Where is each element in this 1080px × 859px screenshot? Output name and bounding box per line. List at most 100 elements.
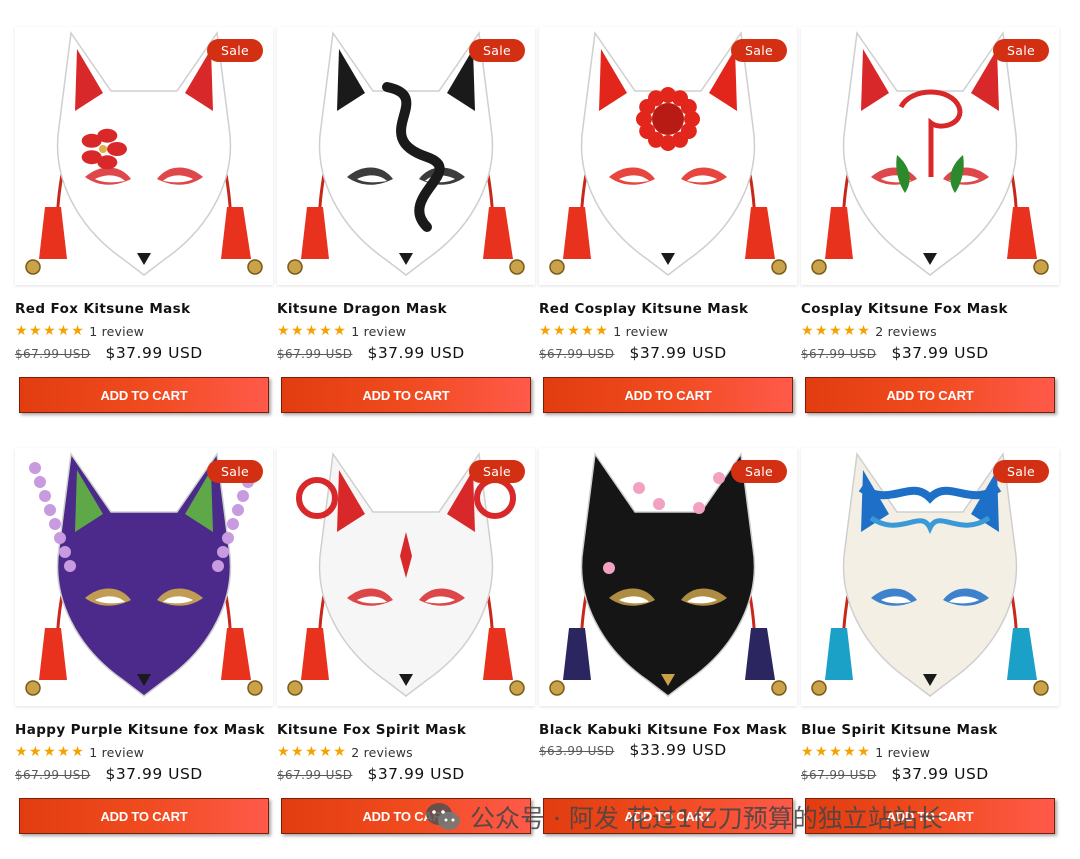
review-count[interactable]: 2 reviews: [351, 745, 413, 760]
sale-price: $37.99 USD: [891, 344, 989, 362]
star-rating-icons: ★★★★★: [277, 323, 348, 339]
tassel-left: [301, 207, 329, 259]
product-rating: ★★★★★ 1 review: [277, 323, 406, 339]
sale-badge: Sale: [993, 460, 1049, 483]
tassel-right: [221, 628, 251, 680]
wisteria-bloom: [34, 476, 46, 488]
tassel-left: [39, 628, 67, 680]
sale-price: $37.99 USD: [367, 765, 465, 783]
tassel-right: [483, 207, 513, 259]
product-title[interactable]: Red Cosplay Kitsune Mask: [539, 301, 748, 317]
product-image[interactable]: Sale: [801, 448, 1059, 706]
product-rating: ★★★★★ 2 reviews: [277, 744, 413, 760]
tassel-right: [221, 207, 251, 259]
star-rating-icons: ★★★★★: [801, 323, 872, 339]
bell: [247, 680, 263, 696]
product-image[interactable]: Sale: [15, 27, 273, 285]
add-to-cart-button[interactable]: ADD TO CART: [805, 377, 1055, 413]
add-to-cart-button[interactable]: ADD TO CART: [543, 377, 793, 413]
wisteria-bloom: [44, 504, 56, 516]
product-image[interactable]: Sale: [539, 27, 797, 285]
add-to-cart-button[interactable]: ADD TO CART: [19, 377, 269, 413]
product-image[interactable]: Sale: [801, 27, 1059, 285]
kitsune-fox-spirit-mask-image: [287, 451, 525, 697]
forehead-motif: [652, 103, 684, 135]
bell: [811, 680, 827, 696]
happy-purple-kitsune-fox-mask-image: [25, 451, 263, 697]
red-cosplay-kitsune-mask-image: [549, 30, 787, 276]
product-image[interactable]: Sale: [277, 27, 535, 285]
review-count[interactable]: 1 review: [875, 745, 930, 760]
sakura-blossom: [603, 562, 615, 574]
sale-badge: Sale: [469, 39, 525, 62]
sale-badge: Sale: [731, 39, 787, 62]
star-rating-icons: ★★★★★: [277, 744, 348, 760]
bell: [509, 259, 525, 275]
wisteria-bloom: [54, 532, 66, 544]
compare-at-price: $67.99 USD: [539, 347, 615, 361]
tassel-left: [301, 628, 329, 680]
add-to-cart-button[interactable]: ADD TO CART: [281, 377, 531, 413]
flower-petal: [97, 128, 118, 143]
sale-price: $33.99 USD: [629, 741, 727, 759]
sale-price: $37.99 USD: [105, 765, 203, 783]
red-fox-kitsune-mask-image: [25, 30, 263, 276]
compare-at-price: $67.99 USD: [15, 347, 91, 361]
bell: [287, 680, 303, 696]
sale-price: $37.99 USD: [105, 344, 203, 362]
wisteria-bloom: [49, 518, 61, 530]
bell: [771, 259, 787, 275]
product-image[interactable]: Sale: [15, 448, 273, 706]
review-count[interactable]: 1 review: [89, 745, 144, 760]
sakura-blossom: [633, 482, 645, 494]
price-block: $67.99 USD $37.99 USD: [801, 344, 989, 364]
bell: [549, 259, 565, 275]
tassel-right: [483, 628, 513, 680]
bell: [247, 259, 263, 275]
review-count[interactable]: 1 review: [351, 324, 406, 339]
bell: [25, 680, 41, 696]
review-count[interactable]: 2 reviews: [875, 324, 937, 339]
product-title[interactable]: Red Fox Kitsune Mask: [15, 301, 190, 317]
tassel-right: [1007, 207, 1037, 259]
add-to-cart-button[interactable]: ADD TO CART: [19, 798, 269, 834]
sakura-blossom: [693, 502, 705, 514]
sale-badge: Sale: [469, 460, 525, 483]
product-title[interactable]: Happy Purple Kitsune fox Mask: [15, 722, 265, 738]
product-title[interactable]: Kitsune Fox Spirit Mask: [277, 722, 466, 738]
wisteria-bloom: [232, 504, 244, 516]
review-count[interactable]: 1 review: [613, 324, 668, 339]
cosplay-kitsune-fox-mask-image: [811, 30, 1049, 276]
price-block: $63.99 USD $33.99 USD: [539, 741, 727, 761]
price-block: $67.99 USD $37.99 USD: [539, 344, 727, 364]
wisteria-bloom: [29, 462, 41, 474]
wisteria-bloom: [217, 546, 229, 558]
wisteria-bloom: [59, 546, 71, 558]
product-image[interactable]: Sale: [539, 448, 797, 706]
product-title[interactable]: Kitsune Dragon Mask: [277, 301, 447, 317]
sakura-blossom: [713, 472, 725, 484]
product-title[interactable]: Black Kabuki Kitsune Fox Mask: [539, 722, 787, 738]
sale-badge: Sale: [207, 460, 263, 483]
compare-at-price: $67.99 USD: [277, 768, 353, 782]
wisteria-bloom: [212, 560, 224, 572]
watermark-text: 公众号 · 阿发 花过1亿刀预算的独立站站长: [470, 804, 943, 833]
product-title[interactable]: Cosplay Kitsune Fox Mask: [801, 301, 1008, 317]
bell: [287, 259, 303, 275]
wisteria-bloom: [39, 490, 51, 502]
product-title[interactable]: Blue Spirit Kitsune Mask: [801, 722, 998, 738]
product-rating: ★★★★★ 1 review: [539, 323, 668, 339]
compare-at-price: $67.99 USD: [801, 768, 877, 782]
bell: [771, 680, 787, 696]
bell: [1033, 680, 1049, 696]
review-count[interactable]: 1 review: [89, 324, 144, 339]
compare-at-price: $67.99 USD: [801, 347, 877, 361]
price-block: $67.99 USD $37.99 USD: [277, 344, 465, 364]
tassel-left: [825, 628, 853, 680]
product-image[interactable]: Sale: [277, 448, 535, 706]
tassel-right: [745, 207, 775, 259]
flower-petal: [81, 150, 102, 165]
flower-center: [99, 145, 107, 153]
flower-petal: [107, 142, 127, 156]
product-rating: ★★★★★ 2 reviews: [801, 323, 937, 339]
